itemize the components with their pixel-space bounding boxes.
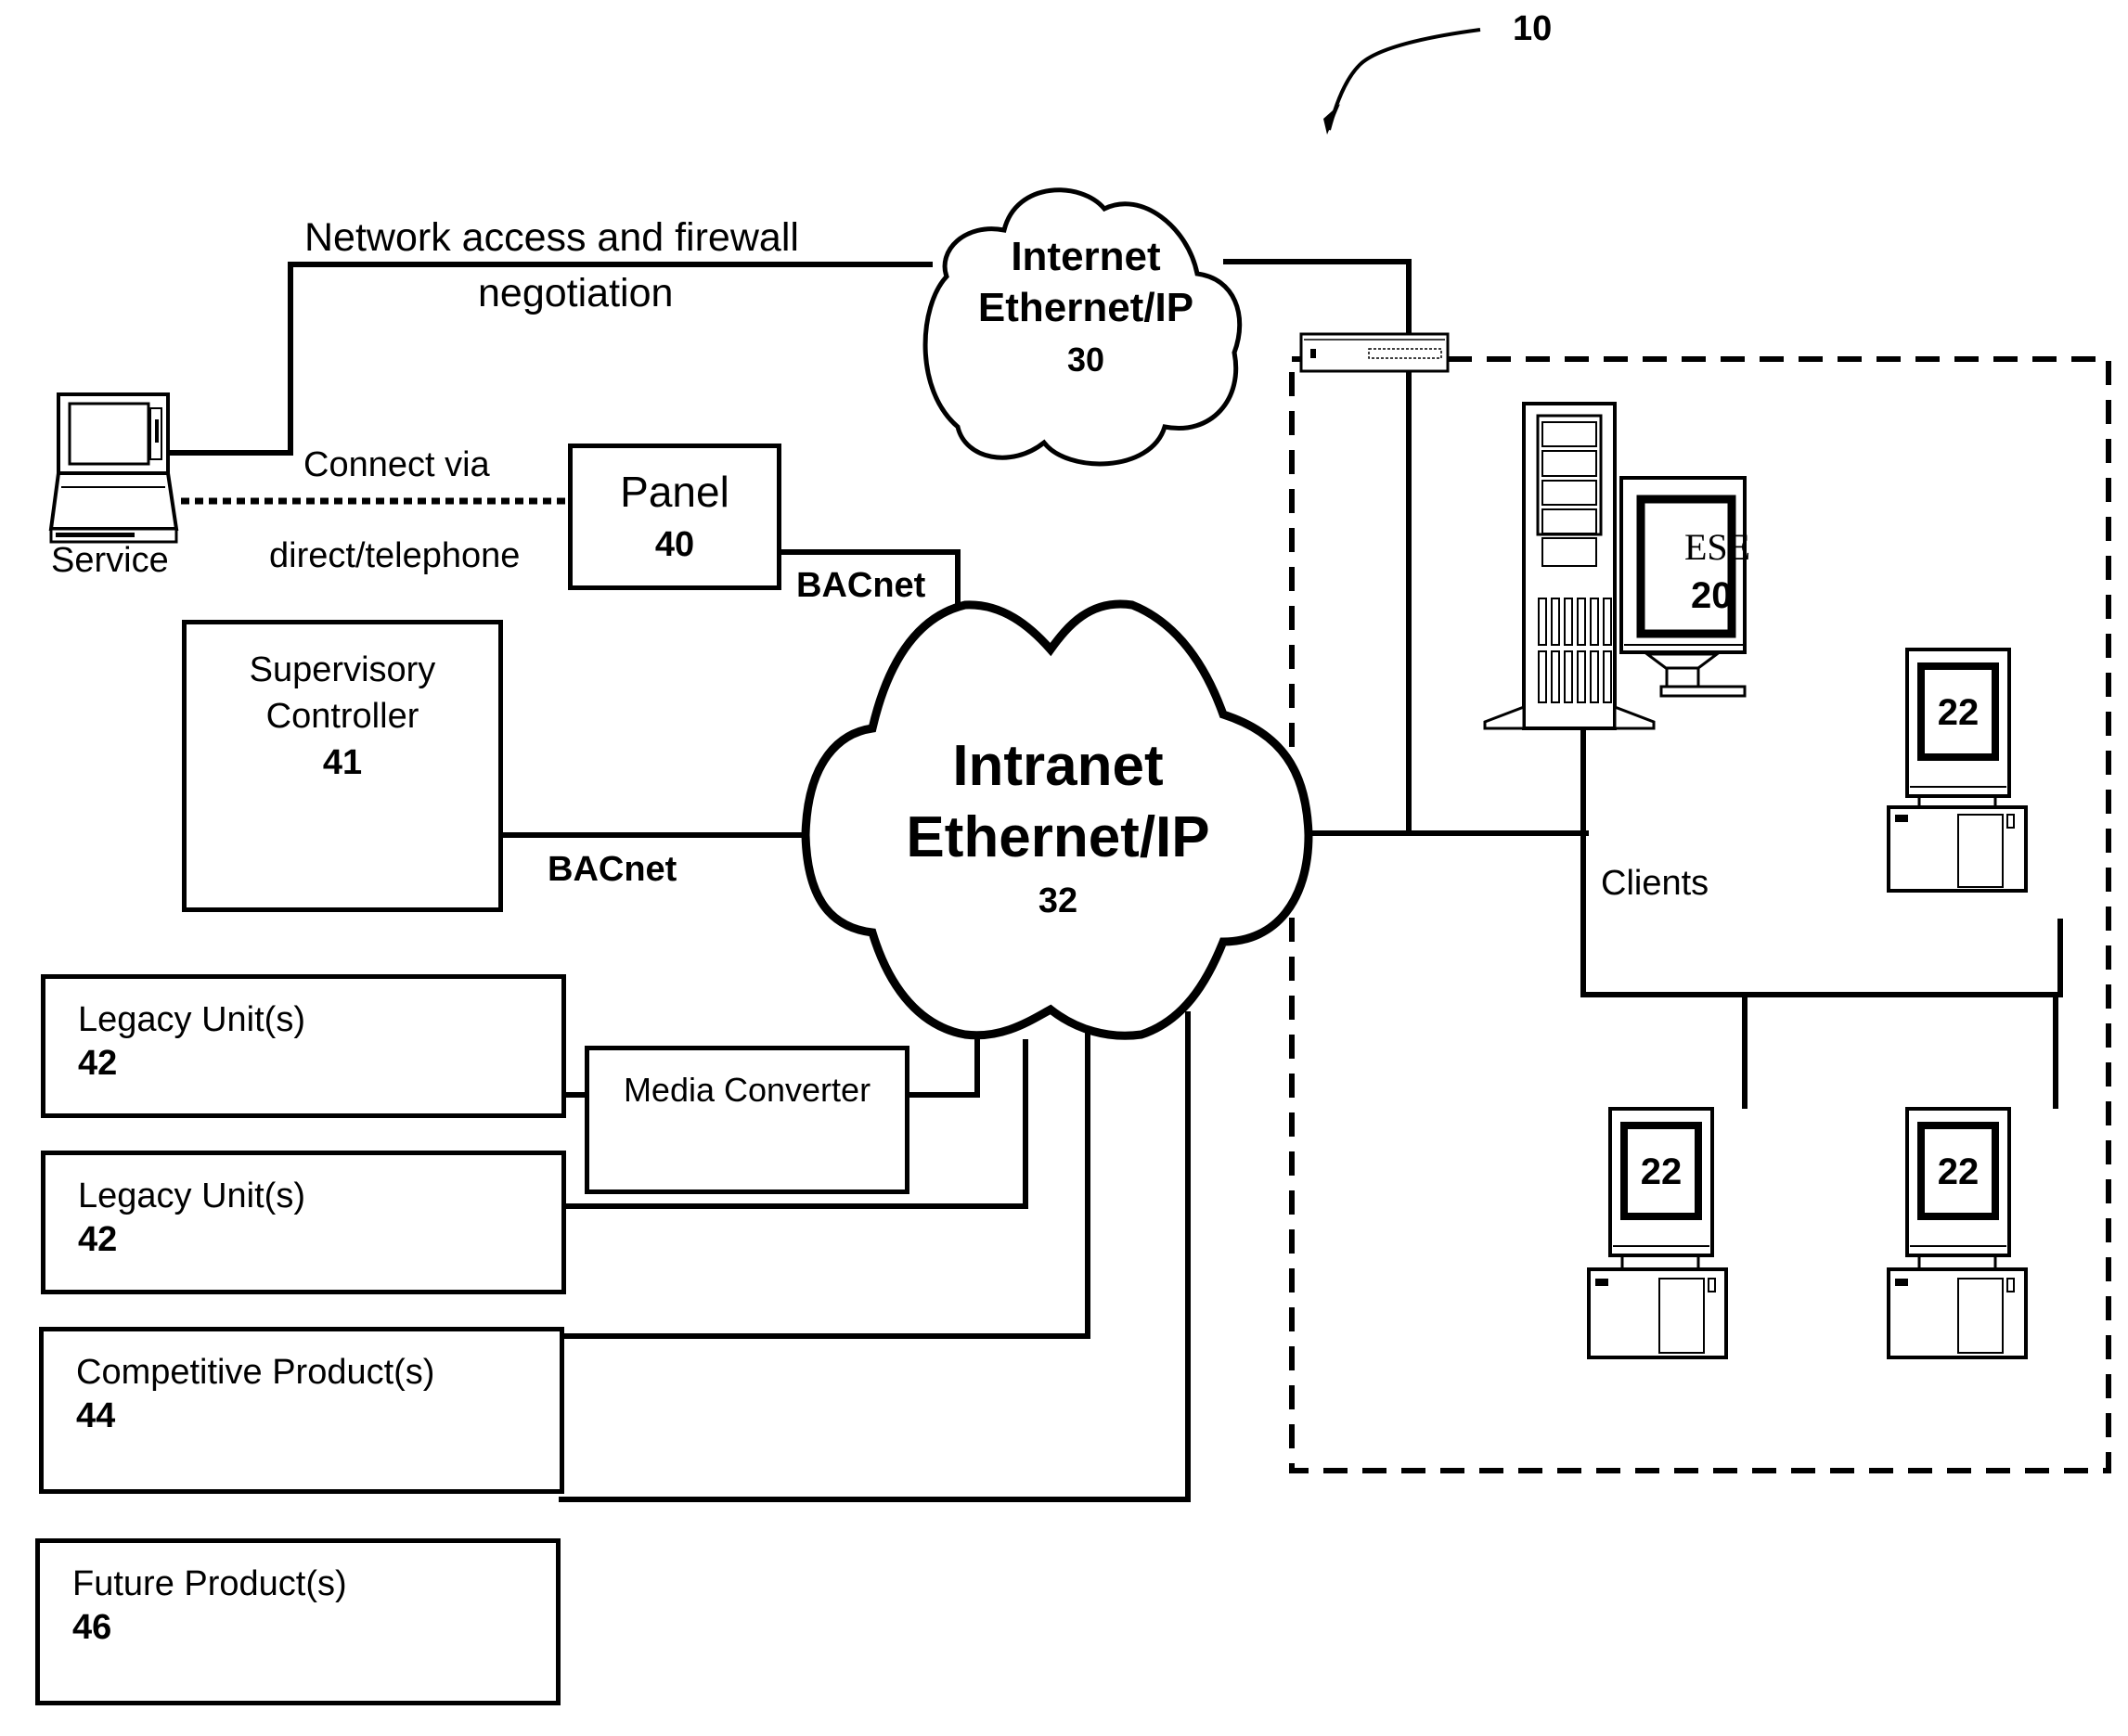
supervisory-bacnet-label: BACnet [548, 850, 677, 889]
supervisory-controller-numeral: 41 [322, 743, 363, 782]
intranet-cloud-numeral: 32 [1038, 881, 1078, 920]
device-title: Legacy Unit(s) [78, 1000, 305, 1039]
reference-arrow [1327, 28, 1481, 131]
device-title: Legacy Unit(s) [78, 1177, 305, 1215]
intranet-cloud-subtitle: Ethernet/IP [906, 805, 1210, 869]
client-numeral-1: 22 [1937, 692, 1980, 733]
service-link-label-1: Network access and firewall [304, 215, 799, 260]
client-numeral-2: 22 [1640, 1151, 1683, 1192]
intranet-cloud-title: Intranet [952, 734, 1164, 798]
clients-label: Clients [1601, 864, 1709, 903]
device-box-legacy-2: Legacy Unit(s) 42 [41, 1151, 566, 1294]
panel-numeral: 40 [654, 525, 695, 564]
service-dial-label-1: Connect via [303, 445, 490, 484]
supervisory-controller-box: Supervisory Controller 41 [182, 620, 503, 912]
device-title: Competitive Product(s) [76, 1353, 435, 1392]
client-computer-icon-2 [1587, 1107, 1728, 1359]
client-computer-icon-3 [1887, 1107, 2028, 1359]
device-numeral: 44 [76, 1396, 116, 1435]
service-label: Service [51, 541, 169, 580]
panel-box: Panel 40 [568, 444, 781, 590]
converter-to-intranet-link [909, 1039, 980, 1098]
device-numeral: 46 [72, 1608, 112, 1647]
figure-reference-numeral: 10 [1513, 9, 1553, 48]
device-numeral: 42 [78, 1044, 118, 1083]
server-numeral: 20 [1691, 575, 1733, 616]
server-label: ESE [1684, 526, 1751, 568]
service-link-label-2: negotiation [478, 271, 674, 315]
internet-cloud-title: Internet [1011, 234, 1161, 279]
device-box-competitive: Competitive Product(s) 44 [39, 1327, 564, 1494]
panel-bacnet-label: BACnet [796, 566, 926, 605]
supervisory-controller-title-1: Supervisory [249, 650, 436, 689]
client-numeral-3: 22 [1937, 1151, 1980, 1192]
device-title: Future Product(s) [72, 1564, 347, 1603]
client-computer-icon-1 [1887, 648, 2028, 893]
router-icon [1299, 332, 1450, 373]
device-numeral: 42 [78, 1220, 118, 1259]
supervisory-controller-title-2: Controller [265, 697, 419, 736]
media-converter-box: Media Converter [585, 1046, 909, 1194]
device-box-legacy-1: Legacy Unit(s) 42 [41, 974, 566, 1118]
internet-cloud-numeral: 30 [1066, 341, 1105, 379]
device-box-future: Future Product(s) 46 [35, 1538, 561, 1705]
reference-arrowhead [1323, 104, 1340, 135]
service-dial-label-2: direct/telephone [269, 536, 521, 575]
internet-cloud-subtitle: Ethernet/IP [977, 285, 1194, 330]
media-converter-label: Media Converter [623, 1071, 871, 1109]
laptop-icon [48, 392, 179, 544]
panel-title: Panel [620, 468, 729, 516]
